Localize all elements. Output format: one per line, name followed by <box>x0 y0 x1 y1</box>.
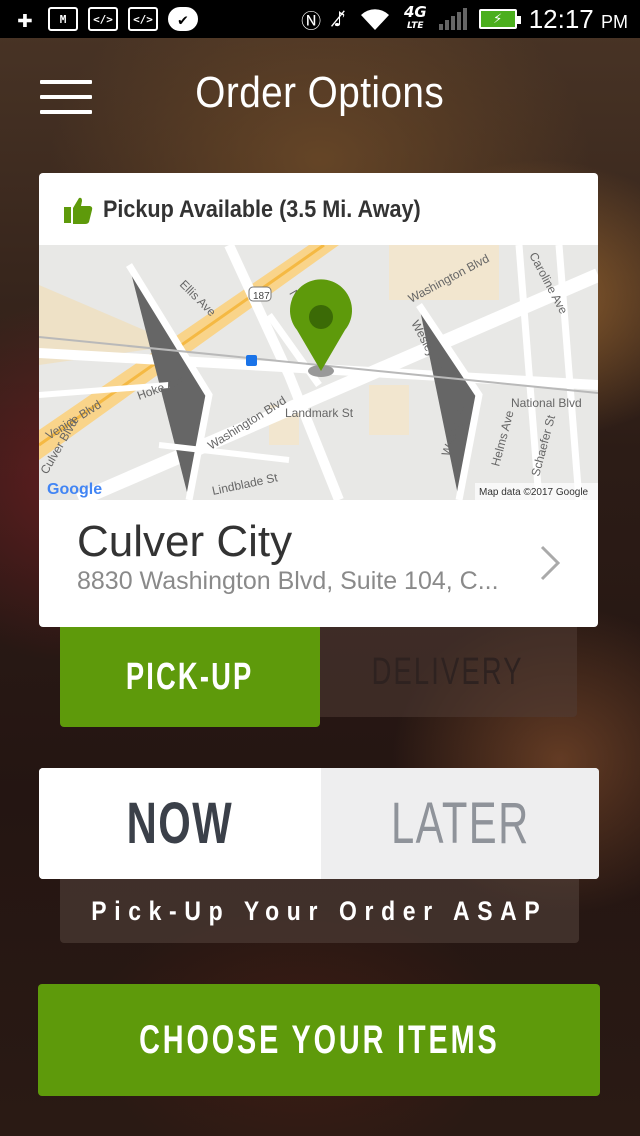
store-card[interactable]: Pickup Available (3.5 Mi. Away) Ellis Av… <box>39 173 598 627</box>
map-credit: Map data ©2017 Google <box>479 487 589 498</box>
pickup-button[interactable]: PICK-UP <box>60 627 320 727</box>
google-logo: Google <box>47 481 102 498</box>
now-button[interactable]: NOW <box>39 768 321 879</box>
pickup-label: PICK-UP <box>126 655 254 698</box>
delivery-label: DELIVERY <box>371 650 524 693</box>
check-icon: ✔ <box>168 7 198 31</box>
nfc-icon: Ⓝ <box>301 8 322 33</box>
network-type: 4G LTE <box>403 3 427 32</box>
pickup-availability: Pickup Available (3.5 Mi. Away) <box>63 193 456 227</box>
clock: 12:17 PM <box>528 3 628 34</box>
status-bar: ✚ M </> </> ✔ Ⓝ ♪̸ 4G LTE ⚡ 12:17 PM <box>0 0 640 38</box>
pickup-time-message: Pick-Up Your Order ASAP <box>60 879 579 943</box>
gmail-icon: M <box>48 7 78 31</box>
choose-items-label: CHOOSE YOUR ITEMS <box>138 1017 500 1062</box>
now-label: NOW <box>126 791 234 856</box>
store-name: Culver City <box>77 517 293 566</box>
page-title: Order Options <box>195 68 445 117</box>
map-label: National Blvd <box>511 396 582 410</box>
signal-icon <box>438 8 467 30</box>
order-method-toggle: PICK-UP DELIVERY <box>60 627 577 727</box>
map-label: Landmark St <box>285 406 354 420</box>
thumbs-up-icon <box>64 197 93 224</box>
mute-icon: ♪̸ <box>333 7 346 31</box>
store-map[interactable]: Ellis Ave Washington Blvd Caroline Ave W… <box>39 245 598 500</box>
chevron-right-icon[interactable] <box>538 543 564 583</box>
later-label: LATER <box>390 791 530 856</box>
availability-text: Pickup Available (3.5 Mi. Away) <box>103 196 421 223</box>
order-time-toggle: NOW LATER <box>39 768 599 879</box>
code-icon: </> <box>88 7 118 31</box>
code-icon: </> <box>128 7 158 31</box>
later-button[interactable]: LATER <box>321 768 599 879</box>
battery-charging-icon: ⚡ <box>478 9 521 29</box>
choose-items-button[interactable]: CHOOSE YOUR ITEMS <box>38 984 600 1096</box>
store-address: 8830 Washington Blvd, Suite 104, C... <box>77 567 499 595</box>
add-icon: ✚ <box>17 4 33 34</box>
delivery-button[interactable]: DELIVERY <box>318 627 577 717</box>
pickup-time-text: Pick-Up Your Order ASAP <box>91 895 548 926</box>
wifi-icon <box>360 9 389 31</box>
route-shield: 187 <box>253 291 270 302</box>
